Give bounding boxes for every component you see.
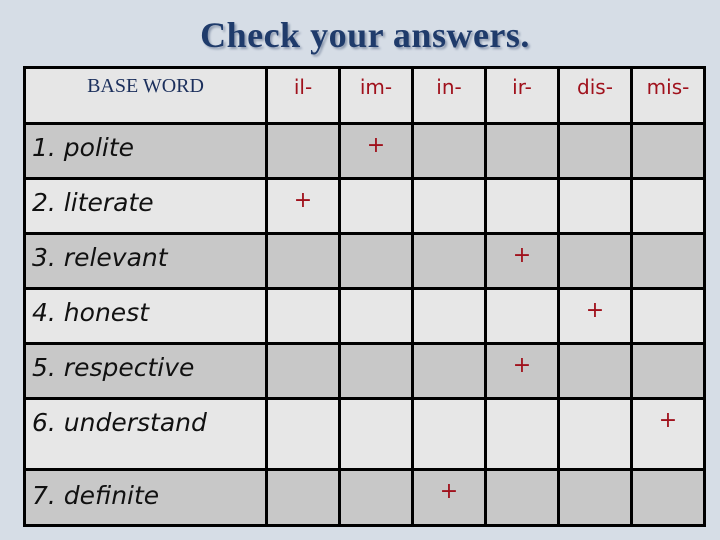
page-title: Check your answers. bbox=[200, 15, 530, 55]
answer-cell bbox=[338, 177, 414, 235]
answer-cell bbox=[265, 397, 341, 471]
answer-cell bbox=[630, 177, 706, 235]
answer-cell: + bbox=[630, 397, 706, 471]
answer-cell bbox=[557, 468, 633, 527]
answer-cell bbox=[338, 468, 414, 527]
answer-cell bbox=[630, 122, 706, 180]
answer-cell bbox=[630, 468, 706, 527]
answer-cell bbox=[411, 122, 487, 180]
answer-cell bbox=[630, 287, 706, 345]
answer-cell: + bbox=[338, 122, 414, 180]
answer-cell bbox=[484, 177, 560, 235]
base-word: 1. polite bbox=[23, 122, 268, 180]
answer-cell bbox=[557, 342, 633, 400]
answer-cell: + bbox=[484, 342, 560, 400]
answer-cell: + bbox=[557, 287, 633, 345]
answer-cell: + bbox=[411, 468, 487, 527]
answer-cell bbox=[630, 342, 706, 400]
answer-cell bbox=[265, 342, 341, 400]
answer-cell bbox=[630, 232, 706, 290]
base-word: 3. relevant bbox=[23, 232, 268, 290]
answer-cell bbox=[411, 177, 487, 235]
header-prefix-in: in- bbox=[411, 66, 487, 125]
answer-cell bbox=[338, 232, 414, 290]
answer-cell bbox=[265, 232, 341, 290]
answer-cell bbox=[338, 397, 414, 471]
answer-cell bbox=[265, 287, 341, 345]
answer-cell bbox=[484, 122, 560, 180]
base-word: 4. honest bbox=[23, 287, 268, 345]
header-row: BASE WORD il- im- in- ir- dis- mis- bbox=[23, 66, 706, 125]
header-prefix-im: im- bbox=[338, 66, 414, 125]
answer-cell bbox=[484, 397, 560, 471]
header-prefix-mis: mis- bbox=[630, 66, 706, 125]
answer-cell bbox=[484, 287, 560, 345]
answer-cell bbox=[411, 232, 487, 290]
answer-cell bbox=[411, 397, 487, 471]
header-base-word: BASE WORD bbox=[23, 66, 268, 125]
answer-table: BASE WORD il- im- in- ir- dis- mis- 1. p… bbox=[23, 66, 706, 527]
base-word: 6. understand bbox=[23, 397, 268, 471]
answer-cell bbox=[484, 468, 560, 527]
answer-cell: + bbox=[484, 232, 560, 290]
answer-cell bbox=[265, 122, 341, 180]
answer-cell bbox=[557, 397, 633, 471]
table-row: 2. literate + bbox=[23, 177, 706, 235]
table-row: 3. relevant + bbox=[23, 232, 706, 290]
table-row: 4. honest + bbox=[23, 287, 706, 345]
base-word: 5. respective bbox=[23, 342, 268, 400]
answer-cell: + bbox=[265, 177, 341, 235]
header-prefix-ir: ir- bbox=[484, 66, 560, 125]
table-row: 6. understand + bbox=[23, 397, 706, 471]
answer-cell bbox=[557, 177, 633, 235]
table-row: 7. definite + bbox=[23, 468, 706, 527]
answer-cell bbox=[338, 287, 414, 345]
table-row: 1. polite + bbox=[23, 122, 706, 180]
answer-cell bbox=[557, 122, 633, 180]
answer-cell bbox=[411, 287, 487, 345]
answer-cell bbox=[411, 342, 487, 400]
table-row: 5. respective + bbox=[23, 342, 706, 400]
answer-cell bbox=[338, 342, 414, 400]
answer-cell bbox=[265, 468, 341, 527]
base-word: 2. literate bbox=[23, 177, 268, 235]
answer-cell bbox=[557, 232, 633, 290]
header-prefix-dis: dis- bbox=[557, 66, 633, 125]
base-word: 7. definite bbox=[23, 468, 268, 527]
header-prefix-il: il- bbox=[265, 66, 341, 125]
